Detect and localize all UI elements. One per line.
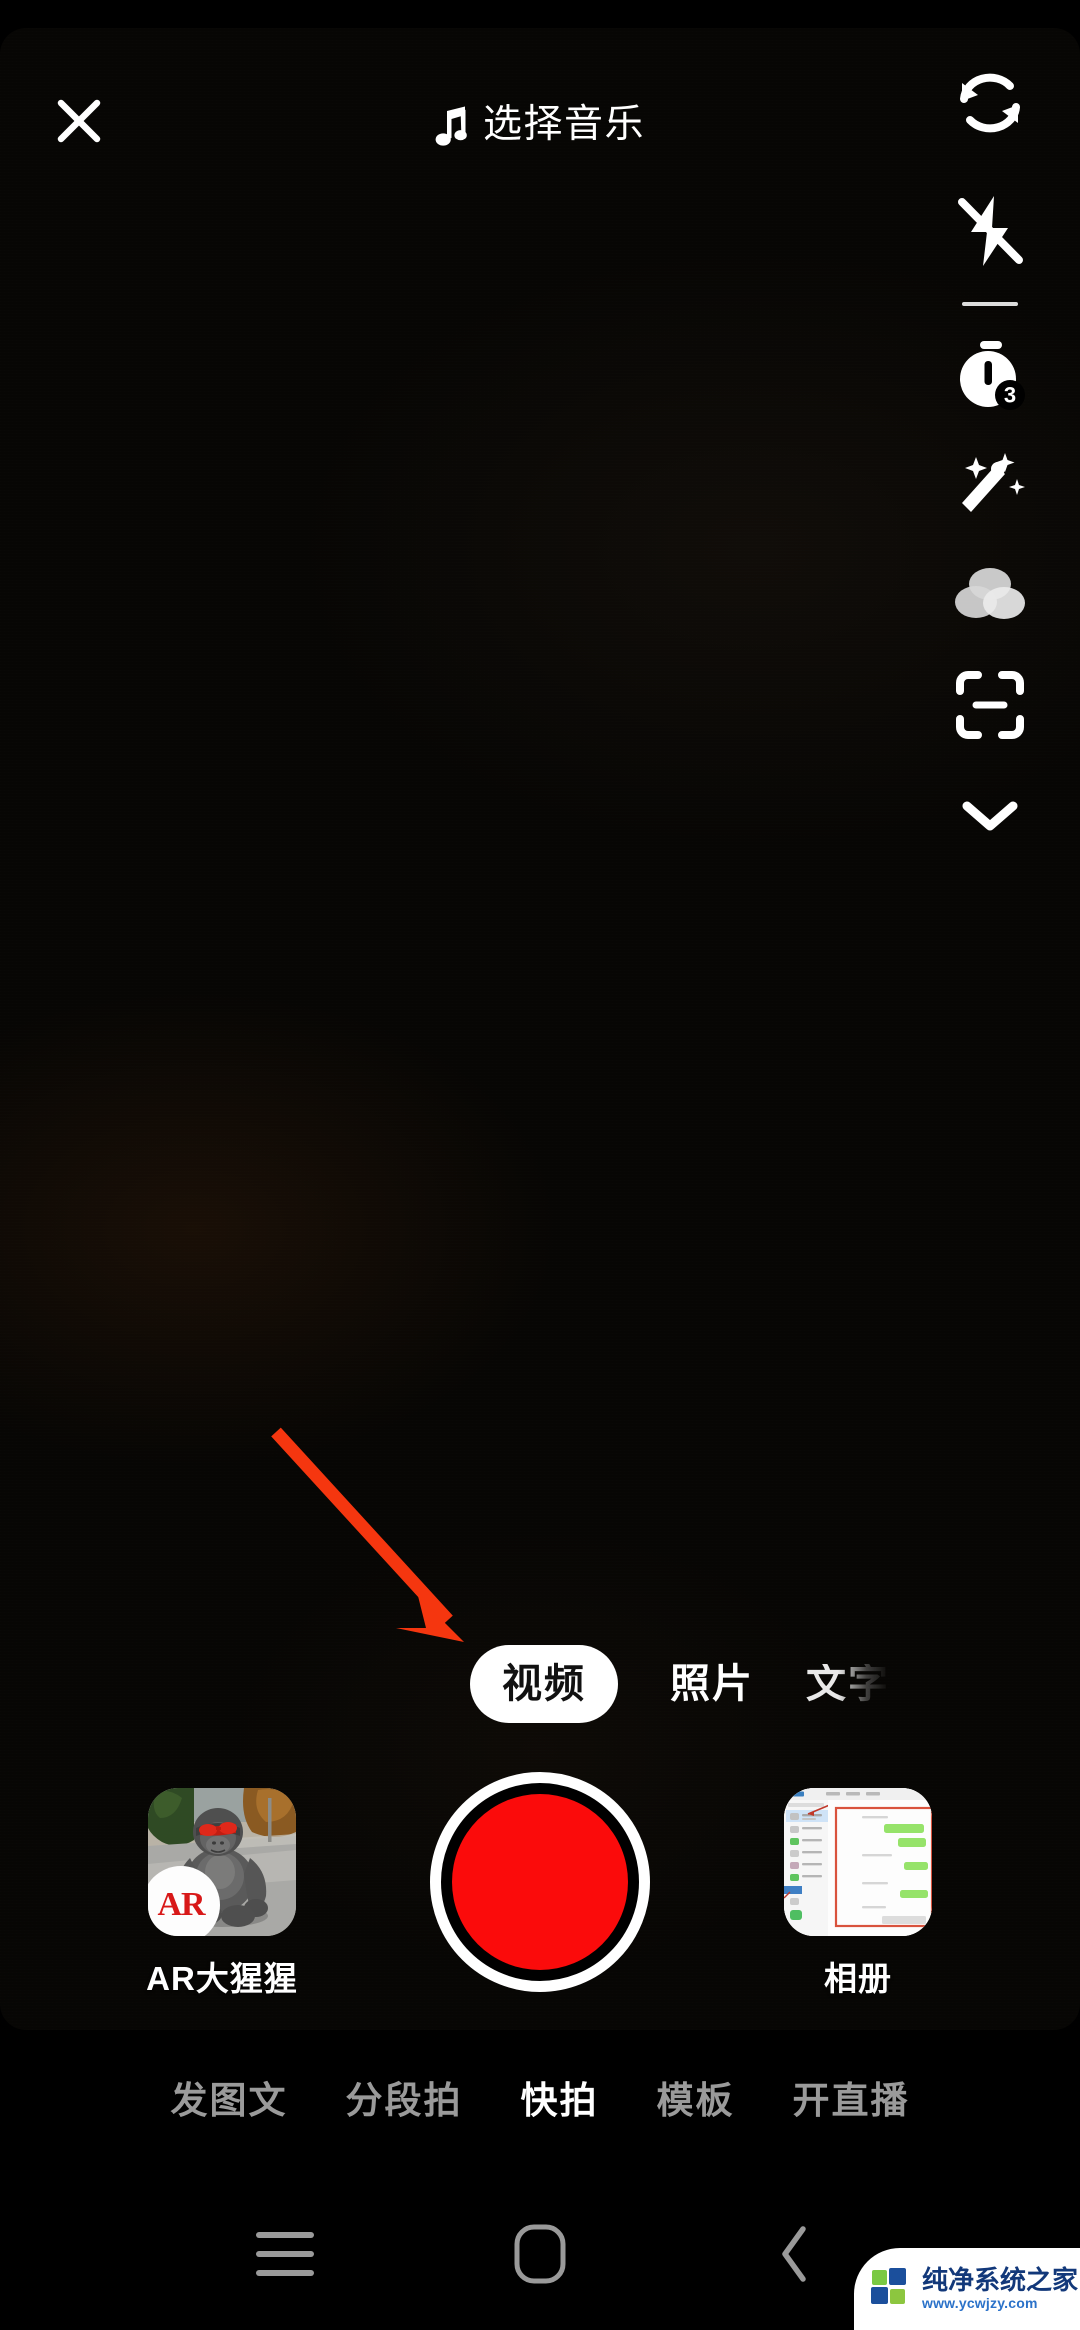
timer-icon: 3: [960, 341, 1025, 410]
timer-button[interactable]: 3: [935, 320, 1045, 430]
back-chevron-icon: [782, 2226, 806, 2282]
scan-button[interactable]: [935, 650, 1045, 760]
album-thumbnail: [784, 1788, 932, 1936]
effect-label: AR大猩猩: [146, 1960, 298, 1997]
magic-wand-icon: [962, 453, 1025, 512]
scan-icon: [956, 671, 1024, 739]
rail-divider: [962, 302, 1018, 306]
effect-button[interactable]: AR AR大猩猩: [142, 1788, 302, 2000]
menu-icon: [256, 2232, 314, 2276]
mode-tab-photo[interactable]: 照片: [670, 1664, 754, 1704]
beautify-button[interactable]: [935, 430, 1045, 540]
expand-more-button[interactable]: [935, 760, 1045, 870]
album-label: 相册: [824, 1960, 892, 1997]
flash-off-icon: [958, 196, 1023, 266]
watermark: 纯净系统之家 www.ycwjzy.com: [854, 2248, 1080, 2330]
camera-screen: 选择音乐 3 视频 照片 文字 AR AR大猩猩 相册 发图文 分段拍 快拍 模…: [0, 0, 1080, 2330]
album-button[interactable]: 相册: [778, 1788, 938, 2000]
watermark-logo-icon: [871, 2268, 906, 2304]
flash-off-button[interactable]: [935, 176, 1045, 286]
ar-badge-label: AR: [157, 1886, 205, 1923]
mode-tab-video[interactable]: 视频: [470, 1645, 618, 1723]
mode-selector: 视频 照片 文字: [0, 1642, 1080, 1726]
album-thumbnail-art: [784, 1788, 932, 1936]
nav-recents-button[interactable]: [230, 2204, 340, 2304]
watermark-title: 纯净系统之家: [922, 2264, 1079, 2295]
watermark-url: www.ycwjzy.com: [922, 2294, 1038, 2311]
chevron-down-icon: [962, 801, 1018, 831]
home-icon: [514, 2224, 566, 2284]
tool-rail: 3: [900, 48, 1080, 870]
capture-row: AR AR大猩猩 相册: [0, 1770, 1080, 2020]
close-button[interactable]: [48, 90, 110, 152]
nav-home-button[interactable]: [485, 2204, 595, 2304]
close-icon: [57, 99, 101, 143]
select-music-label: 选择音乐: [482, 102, 646, 146]
bottom-tab-template[interactable]: 模板: [655, 2076, 737, 2125]
bottom-tabs: 发图文 分段拍 快拍 模板 开直播: [0, 2040, 1080, 2160]
filters-icon: [955, 568, 1025, 619]
mode-tab-text[interactable]: 文字: [806, 1664, 890, 1704]
timer-badge-value: 3: [1004, 383, 1016, 408]
record-button-inner: [452, 1794, 628, 1970]
bottom-tab-quick[interactable]: 快拍: [519, 2076, 601, 2125]
record-button[interactable]: [430, 1772, 650, 1992]
flip-camera-button[interactable]: [935, 48, 1045, 158]
select-music-button[interactable]: 选择音乐: [419, 96, 661, 152]
effect-thumbnail: AR: [148, 1788, 296, 1936]
filters-button[interactable]: [935, 540, 1045, 650]
bottom-tab-live[interactable]: 开直播: [791, 2076, 912, 2125]
bottom-tab-post[interactable]: 发图文: [169, 2076, 290, 2125]
bottom-tab-segmented[interactable]: 分段拍: [344, 2076, 465, 2125]
flip-camera-icon: [960, 73, 1020, 133]
watermark-text: 纯净系统之家 www.ycwjzy.com: [922, 2264, 1079, 2312]
nav-back-button[interactable]: [740, 2204, 850, 2304]
music-note-icon: [435, 106, 467, 146]
